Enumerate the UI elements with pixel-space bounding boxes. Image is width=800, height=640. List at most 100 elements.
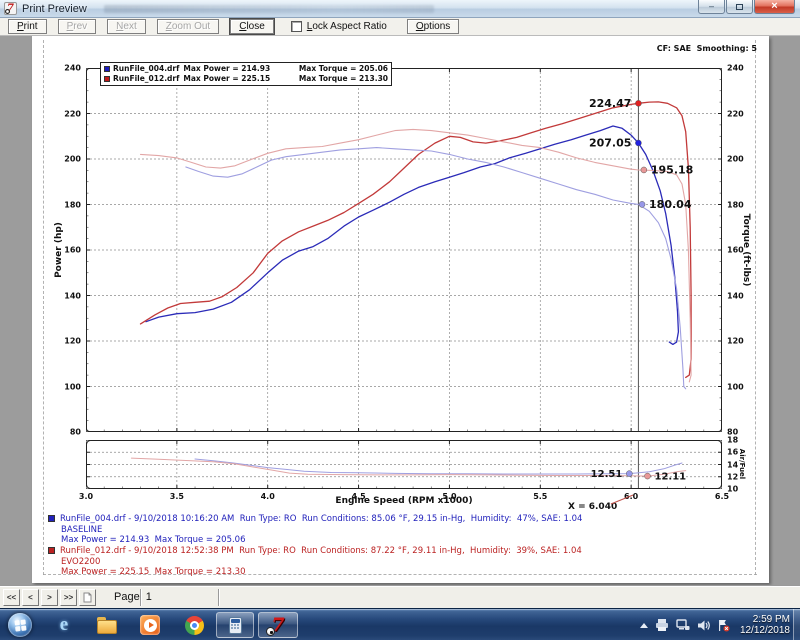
axis-tick-label: 120: [727, 337, 744, 346]
close-window-button[interactable]: ×: [754, 0, 795, 14]
print-button[interactable]: Print: [8, 19, 47, 34]
first-page-button[interactable]: <<: [3, 589, 20, 606]
volume-icon[interactable]: [697, 619, 710, 632]
axis-tick-label: 200: [727, 155, 744, 164]
internet-explorer-icon[interactable]: e: [54, 615, 74, 635]
axis-tick-label: 14: [727, 460, 738, 469]
legend-max-torque: Max Torque = 205.06: [299, 65, 388, 73]
correction-smoothing-note: CF: SAE Smoothing: 5: [532, 44, 757, 53]
run-info-baseline: RunFile_004.drf - 9/10/2018 10:16:20 AM …: [48, 514, 582, 546]
action-center-flag-icon[interactable]: [717, 619, 730, 632]
start-button[interactable]: [8, 613, 32, 637]
system-tray: 2:59 PM 12/12/2018: [640, 609, 790, 640]
axis-tick-label: 16: [727, 448, 738, 457]
statusbar-divider: [218, 589, 220, 606]
windows-explorer-icon[interactable]: [97, 615, 117, 635]
cursor-marker: [639, 201, 645, 207]
page-indicator: Page: 1: [114, 591, 152, 603]
clock-time: 2:59 PM: [740, 614, 790, 625]
show-desktop-button[interactable]: [793, 609, 800, 640]
cursor-marker: [635, 140, 641, 146]
axis-tick-label: 200: [64, 155, 81, 164]
marker-value-label: 12.11: [654, 472, 686, 483]
axis-tick-label: 240: [64, 64, 81, 73]
window-title: Print Preview: [22, 3, 87, 15]
lock-aspect-checkbox[interactable]: [291, 21, 302, 32]
minimize-button[interactable]: –: [698, 0, 725, 14]
media-player-icon[interactable]: [140, 615, 160, 635]
axis-tick-label: 140: [64, 291, 81, 300]
power-axis-title: Power (hp): [54, 222, 64, 278]
axis-tick-label: 3.5: [170, 492, 184, 501]
lock-aspect-label: Lock Aspect Ratio: [307, 21, 387, 32]
power-torque-chart: 224.47207.05195.18180.048010012014016018…: [86, 68, 722, 432]
cursor-marker: [635, 100, 641, 106]
cursor-marker: [641, 167, 647, 173]
last-page-button[interactable]: >>: [60, 589, 77, 606]
next-page-button[interactable]: >: [41, 589, 58, 606]
app-icon: 7: [4, 2, 17, 15]
status-bar: << < > >> Page: 1: [0, 585, 800, 608]
run-swatch-blue: [48, 515, 55, 522]
print-preview-toolbar: Print Prev Next Zoom Out Close Lock Aspe…: [0, 18, 800, 36]
maximize-icon: [736, 4, 743, 10]
calculator-icon: [229, 617, 242, 634]
margin-guide-right: [755, 40, 756, 575]
axis-tick-label: 160: [64, 246, 81, 255]
calculator-taskbar-button[interactable]: [216, 612, 254, 638]
axis-tick-label: 120: [64, 337, 81, 346]
prev-page-button[interactable]: <: [22, 589, 39, 606]
axis-tick-label: 80: [70, 428, 81, 437]
windows-logo-icon: [14, 619, 26, 631]
legend-max-power: Max Power = 225.15: [183, 75, 298, 83]
network-icon[interactable]: [676, 619, 690, 632]
zoom-out-button[interactable]: Zoom Out: [157, 19, 219, 34]
next-button[interactable]: Next: [107, 19, 146, 34]
power-torque-canvas: 224.47207.05195.18180.04: [86, 68, 722, 432]
marker-value-label: 207.05: [589, 136, 631, 149]
printer-icon[interactable]: [655, 619, 669, 632]
winpep-taskbar-button[interactable]: 7: [258, 612, 298, 638]
legend-max-torque: Max Torque = 213.30: [299, 75, 388, 83]
cursor-marker: [644, 473, 650, 479]
window-titlebar[interactable]: 7 Print Preview – ×: [0, 0, 800, 18]
cursor-marker: [626, 471, 632, 477]
axis-tick-label: 240: [727, 64, 744, 73]
axis-tick-label: 100: [727, 382, 744, 391]
legend-row: RunFile_004.drf Max Power = 214.93 Max T…: [104, 65, 388, 73]
page-icon: [83, 592, 92, 603]
marker-value-label: 195.18: [651, 163, 693, 176]
play-icon: [149, 622, 154, 628]
taskbar: e 7 2:59 PM 12/12/2018: [0, 608, 800, 640]
legend-swatch-red: [104, 76, 110, 82]
x-axis-title: Engine Speed (RPM x1000): [254, 496, 554, 506]
taskbar-clock[interactable]: 2:59 PM 12/12/2018: [740, 614, 790, 636]
print-page: DYNOJET RESEARCH Injen Technology CF: SA…: [32, 36, 769, 583]
legend-swatch-blue: [104, 66, 110, 72]
legend-row: RunFile_012.drf Max Power = 225.15 Max T…: [104, 75, 388, 83]
axis-tick-label: 140: [727, 291, 744, 300]
page-view-button[interactable]: [79, 589, 96, 606]
legend-file: RunFile_012.drf: [113, 75, 183, 83]
series-runfile_004-torque: [186, 148, 686, 389]
axis-tick-label: 220: [64, 109, 81, 118]
chart-legend: RunFile_004.drf Max Power = 214.93 Max T…: [100, 62, 392, 86]
options-button[interactable]: Options: [407, 19, 459, 34]
close-button[interactable]: Close: [230, 19, 274, 34]
dynojet-winpep-icon: 7: [271, 616, 284, 635]
run-maxima: Max Power = 225.15 Max Torque = 213.30: [48, 567, 582, 578]
prev-button[interactable]: Prev: [58, 19, 97, 34]
chrome-icon[interactable]: [184, 615, 204, 635]
run-details: RunFile_012.drf - 9/10/2018 12:52:38 PM …: [60, 546, 582, 556]
statusbar-divider: [140, 589, 142, 606]
marker-value-label: 12.51: [591, 469, 623, 480]
run-swatch-red: [48, 547, 55, 554]
axis-tick-label: 12: [727, 472, 738, 481]
preview-area: DYNOJET RESEARCH Injen Technology CF: SA…: [0, 36, 800, 585]
tray-expand-arrow-icon[interactable]: [640, 623, 648, 628]
axis-tick-label: 6.5: [715, 492, 729, 501]
run-label: BASELINE: [48, 525, 582, 536]
maximize-button[interactable]: [726, 0, 753, 14]
axis-tick-label: 18: [727, 436, 738, 445]
margin-guide-left: [43, 40, 44, 575]
